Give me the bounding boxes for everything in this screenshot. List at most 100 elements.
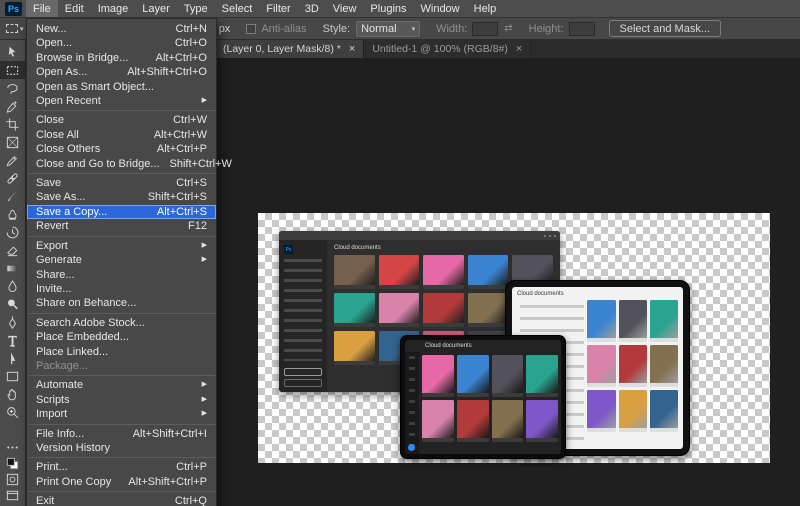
file-menu-item-automate[interactable]: Automate▶ bbox=[27, 378, 216, 392]
anti-alias-checkbox[interactable] bbox=[246, 24, 256, 34]
file-menu-item-open[interactable]: Open... Ctrl+O bbox=[27, 36, 216, 50]
toolbar-options-icon[interactable] bbox=[0, 439, 26, 455]
tab-close-icon[interactable]: × bbox=[516, 43, 522, 55]
menubar-item-layer[interactable]: Layer bbox=[135, 0, 177, 17]
file-menu-item-print[interactable]: Print...Ctrl+P bbox=[27, 460, 216, 474]
file-menu-item-revert[interactable]: RevertF12 bbox=[27, 219, 216, 233]
type-tool-icon[interactable] bbox=[0, 331, 26, 349]
document-thumbnail bbox=[492, 400, 524, 442]
document-tab-2[interactable]: Untitled-1 @ 100% (RGB/8#)× bbox=[364, 40, 531, 58]
pen-tool-icon[interactable] bbox=[0, 313, 26, 331]
file-menu-item-save-as[interactable]: Save As...Shift+Ctrl+S bbox=[27, 190, 216, 204]
menu-separator bbox=[28, 491, 215, 492]
menu-item-shortcut: Ctrl+O bbox=[175, 37, 207, 49]
file-menu-item-print-one-copy[interactable]: Print One CopyAlt+Shift+Ctrl+P bbox=[27, 475, 216, 489]
rectangle-tool-icon[interactable] bbox=[0, 367, 26, 385]
menubar-item-view[interactable]: View bbox=[326, 0, 364, 17]
file-menu-item-place-linked[interactable]: Place Linked... bbox=[27, 345, 216, 359]
file-menu-item-exit[interactable]: ExitCtrl+Q bbox=[27, 494, 216, 506]
menubar-item-plugins[interactable]: Plugins bbox=[363, 0, 413, 17]
file-menu-item-file-info[interactable]: File Info...Alt+Shift+Ctrl+I bbox=[27, 427, 216, 441]
height-field[interactable] bbox=[569, 22, 595, 36]
file-menu-item-export[interactable]: Export▶ bbox=[27, 239, 216, 253]
document-thumbnail bbox=[468, 293, 509, 327]
gradient-tool-icon[interactable] bbox=[0, 259, 26, 277]
menubar-item-edit[interactable]: Edit bbox=[58, 0, 91, 17]
marquee-preset-icon bbox=[6, 24, 18, 33]
file-menu-item-open-recent[interactable]: Open Recent▶ bbox=[27, 94, 216, 108]
file-menu-item-share-on-behance[interactable]: Share on Behance... bbox=[27, 296, 216, 310]
spot-healing-brush-tool-icon[interactable] bbox=[0, 169, 26, 187]
document-thumbnail bbox=[492, 355, 524, 397]
quick-mask-mode-icon[interactable] bbox=[0, 471, 26, 487]
menubar-item-file[interactable]: File bbox=[26, 0, 58, 17]
move-tool-icon[interactable] bbox=[0, 43, 26, 61]
file-menu-item-version-history[interactable]: Version History bbox=[27, 441, 216, 455]
blur-tool-icon[interactable] bbox=[0, 277, 26, 295]
file-menu-item-close-all[interactable]: Close AllAlt+Ctrl+W bbox=[27, 128, 216, 142]
hand-tool-icon[interactable] bbox=[0, 385, 26, 403]
menubar-item-select[interactable]: Select bbox=[215, 0, 260, 17]
menubar-item-type[interactable]: Type bbox=[177, 0, 215, 17]
photoshop-app-icon[interactable]: Ps bbox=[5, 2, 22, 16]
file-menu-item-scripts[interactable]: Scripts▶ bbox=[27, 393, 216, 407]
mock-phone-heading: Cloud documents bbox=[425, 343, 472, 349]
menu-item-label: Open... bbox=[36, 37, 165, 49]
file-menu-item-save[interactable]: SaveCtrl+S bbox=[27, 176, 216, 190]
file-menu-item-browse-in-bridge[interactable]: Browse in Bridge...Alt+Ctrl+O bbox=[27, 51, 216, 65]
select-and-mask-button[interactable]: Select and Mask... bbox=[609, 20, 722, 37]
file-menu-item-save-a-copy[interactable]: Save a Copy...Alt+Ctrl+S bbox=[27, 205, 216, 219]
menubar-item-3d[interactable]: 3D bbox=[298, 0, 326, 17]
style-dropdown[interactable]: Normal ▾ bbox=[356, 21, 420, 37]
width-field[interactable] bbox=[472, 22, 498, 36]
history-brush-tool-icon[interactable] bbox=[0, 223, 26, 241]
eraser-tool-icon[interactable] bbox=[0, 241, 26, 259]
menubar-item-window[interactable]: Window bbox=[414, 0, 467, 17]
rectangular-marquee-tool-icon[interactable] bbox=[0, 61, 26, 79]
menubar-item-filter[interactable]: Filter bbox=[259, 0, 297, 17]
menu-item-label: Browse in Bridge... bbox=[36, 52, 146, 64]
file-menu-item-close-others[interactable]: Close OthersAlt+Ctrl+P bbox=[27, 142, 216, 156]
file-menu-item-share[interactable]: Share... bbox=[27, 268, 216, 282]
menu-item-shortcut: Alt+Ctrl+S bbox=[157, 206, 207, 218]
document-checkerboard[interactable]: Ps Cloud documents bbox=[258, 213, 770, 463]
menu-item-shortcut: Ctrl+W bbox=[173, 114, 207, 126]
menubar-item-image[interactable]: Image bbox=[91, 0, 136, 17]
file-menu-item-new[interactable]: New...Ctrl+N bbox=[27, 22, 216, 36]
link-dimensions-icon[interactable]: ⇄ bbox=[504, 23, 512, 34]
submenu-arrow-icon: ▶ bbox=[202, 408, 207, 420]
file-menu-item-place-embedded[interactable]: Place Embedded... bbox=[27, 330, 216, 344]
clone-stamp-tool-icon[interactable] bbox=[0, 205, 26, 223]
height-label: Height: bbox=[529, 23, 564, 35]
path-selection-tool-icon[interactable] bbox=[0, 349, 26, 367]
dodge-tool-icon[interactable] bbox=[0, 295, 26, 313]
menu-item-label: Print... bbox=[36, 461, 166, 473]
file-menu-item-search-adobe-stock[interactable]: Search Adobe Stock... bbox=[27, 316, 216, 330]
menu-item-label: Close and Go to Bridge... bbox=[36, 158, 160, 170]
file-menu-item-invite[interactable]: Invite... bbox=[27, 282, 216, 296]
menu-item-label: Search Adobe Stock... bbox=[36, 317, 207, 329]
document-thumbnail bbox=[334, 331, 375, 365]
width-label: Width: bbox=[436, 23, 467, 35]
file-menu-item-generate[interactable]: Generate▶ bbox=[27, 253, 216, 267]
eyedropper-tool-icon[interactable] bbox=[0, 151, 26, 169]
menu-item-label: Generate bbox=[36, 254, 192, 266]
crop-tool-icon[interactable] bbox=[0, 115, 26, 133]
file-menu-item-close[interactable]: CloseCtrl+W bbox=[27, 113, 216, 127]
file-menu-item-open-as[interactable]: Open As...Alt+Shift+Ctrl+O bbox=[27, 65, 216, 79]
quick-selection-tool-icon[interactable] bbox=[0, 97, 26, 115]
brush-tool-icon[interactable] bbox=[0, 187, 26, 205]
document-tab-1[interactable]: (Layer 0, Layer Mask/8) *× bbox=[215, 40, 364, 58]
file-menu-item-import[interactable]: Import▶ bbox=[27, 407, 216, 421]
screen-mode-icon[interactable] bbox=[0, 487, 26, 503]
zoom-tool-icon[interactable] bbox=[0, 403, 26, 421]
file-menu-item-close-and-go-to-bridge[interactable]: Close and Go to Bridge...Shift+Ctrl+W bbox=[27, 157, 216, 171]
menubar-item-help[interactable]: Help bbox=[467, 0, 504, 17]
foreground-background-colors-icon[interactable] bbox=[0, 455, 26, 471]
lasso-tool-icon[interactable] bbox=[0, 79, 26, 97]
tool-preset-picker[interactable]: ▾ bbox=[6, 24, 24, 33]
frame-tool-icon[interactable] bbox=[0, 133, 26, 151]
tab-close-icon[interactable]: × bbox=[349, 43, 355, 55]
file-menu-item-open-as-smart-object[interactable]: Open as Smart Object... bbox=[27, 80, 216, 94]
menu-separator bbox=[28, 457, 215, 458]
